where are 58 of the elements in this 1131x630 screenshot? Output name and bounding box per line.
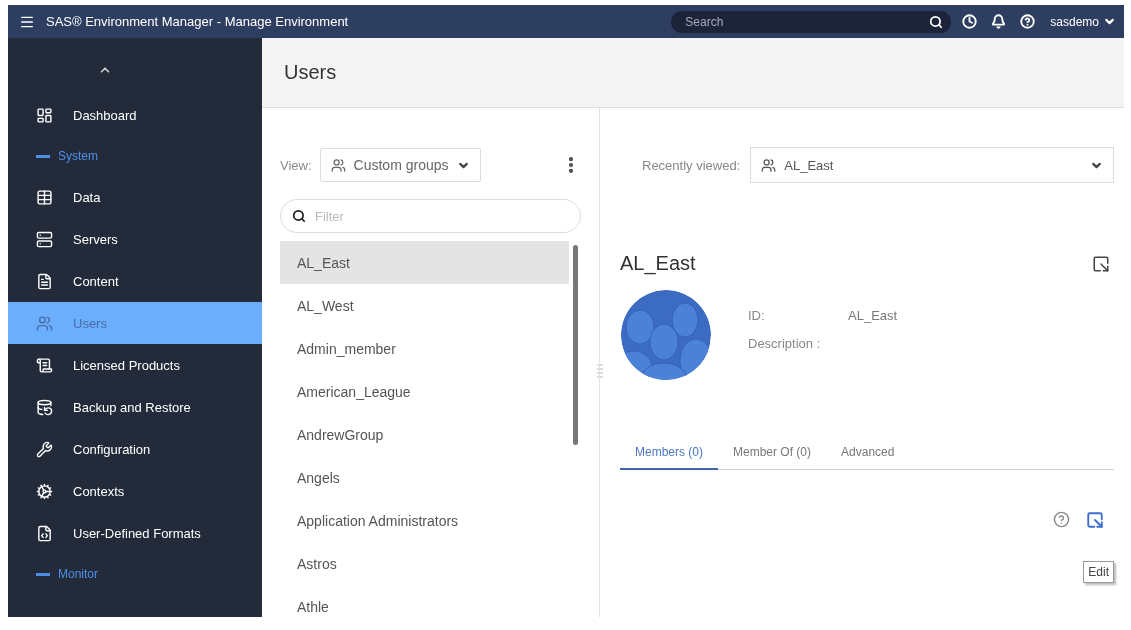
gear-icon — [36, 482, 53, 500]
group-list-item[interactable]: Angels — [280, 456, 569, 499]
app-title: SAS® Environment Manager - Manage Environment — [46, 14, 350, 29]
group-list-item[interactable]: AL_West — [280, 284, 569, 327]
document-icon — [36, 272, 53, 290]
group-list-item[interactable]: AndrewGroup — [280, 413, 569, 456]
section-dash — [36, 572, 50, 576]
tab[interactable]: Members (0) — [620, 439, 718, 470]
resize-handle[interactable] — [597, 364, 603, 380]
recent-dropdown[interactable]: AL_East — [750, 147, 1114, 183]
search-icon[interactable] — [929, 14, 944, 29]
dashboard-icon — [36, 106, 53, 124]
scrollbar[interactable] — [572, 245, 578, 445]
scroll-icon — [36, 356, 53, 374]
field-label: Description : — [748, 335, 822, 353]
people-icon — [761, 157, 777, 173]
sidebar-item[interactable]: Content — [8, 260, 262, 302]
code-file-icon — [36, 524, 53, 542]
group-list-item[interactable]: AL_East — [280, 241, 569, 284]
recent-label: Recently viewed: — [642, 157, 741, 173]
section-label: Monitor — [58, 567, 98, 581]
table-icon — [36, 188, 53, 206]
group-list-item[interactable]: Astros — [280, 542, 569, 585]
tab[interactable]: Advanced — [826, 439, 910, 470]
group-list-item[interactable]: American_League — [280, 370, 569, 413]
tab[interactable]: Member Of (0) — [718, 439, 827, 470]
group-avatar-icon — [620, 289, 712, 381]
sidebar-item[interactable]: Backup and Restore — [8, 386, 262, 428]
sidebar-item[interactable]: Contexts — [8, 470, 262, 512]
sidebar-item[interactable]: Configuration — [8, 428, 262, 470]
people-icon — [36, 314, 53, 332]
user-menu[interactable]: sasdemo — [1046, 14, 1103, 29]
search-icon — [292, 209, 306, 223]
sidebar-item[interactable]: Servers — [8, 218, 262, 260]
filter-field[interactable]: Filter — [280, 199, 581, 233]
sidebar-item[interactable]: Data — [8, 176, 262, 218]
group-name: AL_East — [620, 252, 696, 275]
edit-icon[interactable] — [1092, 254, 1110, 273]
edit-icon[interactable] — [1086, 511, 1104, 529]
section-label: System — [58, 149, 98, 163]
database-icon — [36, 398, 53, 416]
sidebar-item[interactable]: Dashboard — [8, 94, 262, 136]
server-icon — [36, 230, 53, 248]
view-label: View: — [280, 157, 312, 173]
field-value: AL_East — [848, 307, 898, 325]
section-dash — [36, 154, 50, 158]
group-list-item[interactable]: Athle — [280, 585, 569, 617]
group-list-item[interactable]: Admin_member — [280, 327, 569, 370]
field-label: ID: — [748, 307, 766, 325]
people-icon — [330, 157, 346, 173]
sidebar-item[interactable]: Licensed Products — [8, 344, 262, 386]
tooltip: Edit — [1083, 561, 1114, 583]
sidebar-item[interactable]: User-Defined Formats — [8, 512, 262, 554]
group-list-item[interactable]: Application Administrators — [280, 499, 569, 542]
page-title: Users — [284, 61, 337, 84]
search-field[interactable]: Search — [671, 10, 952, 33]
wrench-icon — [36, 440, 53, 458]
view-dropdown[interactable]: Custom groups — [319, 148, 481, 182]
